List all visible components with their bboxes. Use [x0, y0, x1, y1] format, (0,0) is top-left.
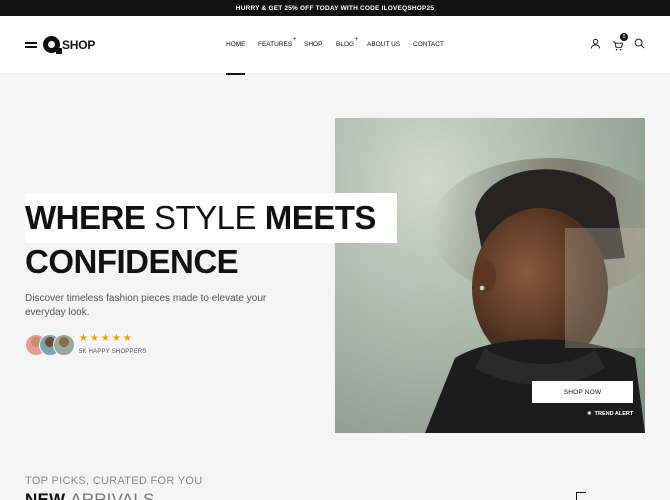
- carousel-arrow-icon[interactable]: [576, 492, 586, 500]
- site-header: SHOP HOME FEATURES + SHOP BLOG + ABOUT US …: [0, 16, 670, 74]
- nav-home[interactable]: HOME: [226, 41, 246, 48]
- sparkle-icon: ✷: [587, 411, 592, 417]
- section-subtitle: TOP PICKS, CURATED FOR YOU: [25, 475, 203, 487]
- hero-title-bold-2: MEETS: [256, 199, 377, 236]
- main-nav: HOME FEATURES + SHOP BLOG + ABOUT US CONTA…: [0, 37, 670, 51]
- section-title-bold: NEW: [25, 490, 71, 500]
- header-icons: 0: [590, 33, 645, 51]
- search-icon[interactable]: [634, 38, 645, 49]
- nav-features-label: FEATURES: [258, 41, 293, 48]
- hero-title-line2: CONFIDENCE: [25, 243, 239, 280]
- section-title: NEW ARRIVALS: [25, 490, 155, 500]
- nav-features-plus-icon: +: [292, 37, 297, 43]
- trend-alert-label: TREND ALERT: [594, 411, 634, 417]
- nav-features[interactable]: FEATURES +: [258, 37, 296, 48]
- trend-alert[interactable]: ✷ TREND ALERT: [587, 411, 633, 417]
- nav-active-indicator: [226, 73, 245, 75]
- rating-stars: ★★★★★: [79, 333, 134, 344]
- nav-blog[interactable]: BLOG +: [336, 37, 358, 48]
- hero-description: Discover timeless fashion pieces made to…: [25, 293, 267, 318]
- shop-now-button[interactable]: SHOP NOW: [532, 381, 633, 403]
- hero-title-light: STYLE: [154, 199, 257, 236]
- shopper-avatars: [25, 334, 75, 356]
- hero-title: WHERE STYLE MEETS CONFIDENCE: [25, 196, 376, 284]
- cart-button[interactable]: 0: [612, 33, 628, 51]
- nav-blog-plus-icon: +: [354, 37, 359, 43]
- avatar: [53, 334, 75, 356]
- cart-icon: [612, 41, 624, 51]
- nav-blog-label: BLOG: [336, 41, 355, 48]
- user-icon[interactable]: [590, 38, 601, 49]
- promo-text: HURRY & GET 25% OFF TODAY WITH CODE ILOV…: [235, 4, 435, 12]
- nav-contact[interactable]: CONTACT: [413, 41, 444, 48]
- hero-title-bold-1: WHERE: [25, 199, 154, 236]
- cart-count-badge: 0: [620, 33, 628, 41]
- nav-about-us[interactable]: ABOUT US: [367, 41, 400, 48]
- promo-bar: HURRY & GET 25% OFF TODAY WITH CODE ILOV…: [0, 0, 670, 16]
- section-title-light: ARRIVALS: [70, 490, 155, 500]
- happy-shoppers-label: 5K HAPPY SHOPPERS: [79, 349, 147, 355]
- nav-shop[interactable]: SHOP: [304, 41, 322, 48]
